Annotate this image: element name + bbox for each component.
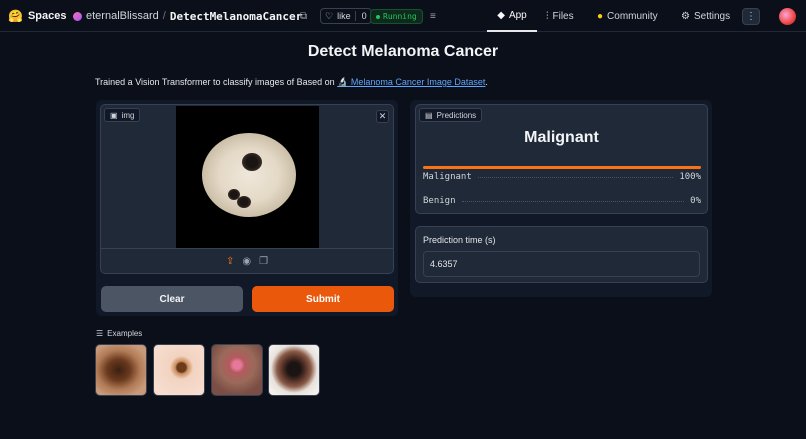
tab-app-label: App: [508, 9, 527, 21]
image-icon: ▣: [110, 110, 118, 120]
tab-files[interactable]: ⫶ Files: [546, 0, 574, 32]
list-icon: ☰: [96, 329, 104, 338]
user-avatar[interactable]: [779, 8, 796, 25]
tab-community[interactable]: ● Community: [597, 0, 658, 32]
top-prediction: Malignant: [524, 129, 599, 146]
prediction-time-box: Prediction time (s) 4.6357: [415, 226, 708, 283]
examples-header: ☰ Examples: [96, 329, 142, 338]
description-suffix: .: [485, 77, 488, 87]
prediction-time-field[interactable]: 4.6357: [423, 251, 700, 277]
like-button[interactable]: ♡ like 0: [320, 8, 372, 24]
clipboard-icon[interactable]: ❐: [259, 256, 268, 267]
row-leader: [461, 200, 685, 202]
example-image[interactable]: [153, 344, 205, 396]
predictions-box: ▤ Predictions Malignant Malignant 100% B…: [415, 104, 708, 214]
prediction-row: Benign 0%: [423, 196, 701, 206]
logs-icon[interactable]: ≡: [430, 0, 436, 32]
owner-avatar: [73, 11, 82, 21]
prediction-time-label: Prediction time (s): [423, 235, 496, 245]
image-input-label: ▣ img: [104, 108, 141, 122]
lesion-spot: [242, 153, 262, 171]
example-image[interactable]: [95, 344, 147, 396]
upload-icon[interactable]: ⇪: [226, 256, 234, 267]
clear-image-button[interactable]: ✕: [376, 110, 389, 123]
predictions-label: ▤ Predictions: [419, 108, 483, 122]
page-description: Trained a Vision Transformer to classify…: [95, 77, 488, 88]
confidence-bar-fill: [423, 166, 701, 169]
image-source-toolbar: ⇪ ◉ ❐: [101, 248, 393, 273]
like-label: like: [337, 11, 351, 21]
tab-settings[interactable]: ⚙ Settings: [681, 0, 730, 32]
submit-button[interactable]: Submit: [252, 286, 394, 312]
app-icon: ◆: [497, 9, 505, 21]
class-name: Malignant: [423, 172, 472, 182]
tab-app[interactable]: ◆ App: [487, 0, 537, 32]
heart-icon: ♡: [325, 10, 334, 21]
confidence-bar: [423, 166, 701, 169]
class-confidence: 0%: [690, 196, 701, 206]
kebab-icon: ⋮: [746, 11, 756, 22]
class-confidence: 100%: [679, 172, 701, 182]
webcam-icon[interactable]: ◉: [242, 256, 251, 267]
tab-files-label: Files: [552, 10, 574, 22]
example-image[interactable]: [268, 344, 320, 396]
status-badge: Running: [370, 9, 423, 24]
status-dot-icon: [376, 14, 380, 19]
owner-link[interactable]: eternalBlissard: [86, 10, 159, 22]
image-input[interactable]: ▣ img ✕ ⇪ ◉ ❐: [100, 104, 394, 274]
files-icon: ⫶: [546, 10, 549, 22]
predictions-label-text: Predictions: [436, 110, 477, 120]
tab-community-label: Community: [607, 10, 658, 22]
community-icon: ●: [597, 10, 604, 22]
copy-icon[interactable]: ⧉: [300, 0, 307, 32]
row-leader: [477, 176, 674, 178]
spaces-label: Spaces: [27, 10, 67, 22]
example-image[interactable]: [211, 344, 263, 396]
status-text: Running: [383, 12, 417, 21]
bar-chart-icon: ▤: [425, 110, 433, 120]
close-icon: ✕: [378, 111, 387, 121]
tab-settings-label: Settings: [693, 10, 731, 22]
uploaded-image: [176, 106, 319, 249]
breadcrumb-separator: /: [162, 10, 166, 22]
space-breadcrumb: eternalBlissard / DetectMelanomaCancer: [73, 0, 302, 32]
clear-button[interactable]: Clear: [101, 286, 243, 312]
repo-link[interactable]: DetectMelanomaCancer: [170, 10, 302, 23]
gear-icon: ⚙: [681, 10, 690, 22]
hugging-face-icon: 🤗: [8, 9, 23, 23]
class-name: Benign: [423, 196, 456, 206]
dataset-link[interactable]: 🔬 Melanoma Cancer Image Dataset: [337, 77, 485, 87]
more-options-button[interactable]: ⋮: [742, 8, 760, 25]
page-title: Detect Melanoma Cancer: [307, 43, 499, 60]
dermoscopy-image: [202, 133, 296, 217]
image-input-label-text: img: [121, 110, 135, 120]
prediction-row: Malignant 100%: [423, 172, 701, 182]
like-count: 0: [354, 11, 367, 21]
description-text: Trained a Vision Transformer to classify…: [95, 77, 335, 87]
spaces-logo[interactable]: 🤗 Spaces: [8, 0, 66, 32]
examples-label: Examples: [107, 329, 143, 338]
top-bar: 🤗 Spaces eternalBlissard / DetectMelanom…: [0, 0, 806, 32]
lesion-spot: [237, 196, 251, 208]
